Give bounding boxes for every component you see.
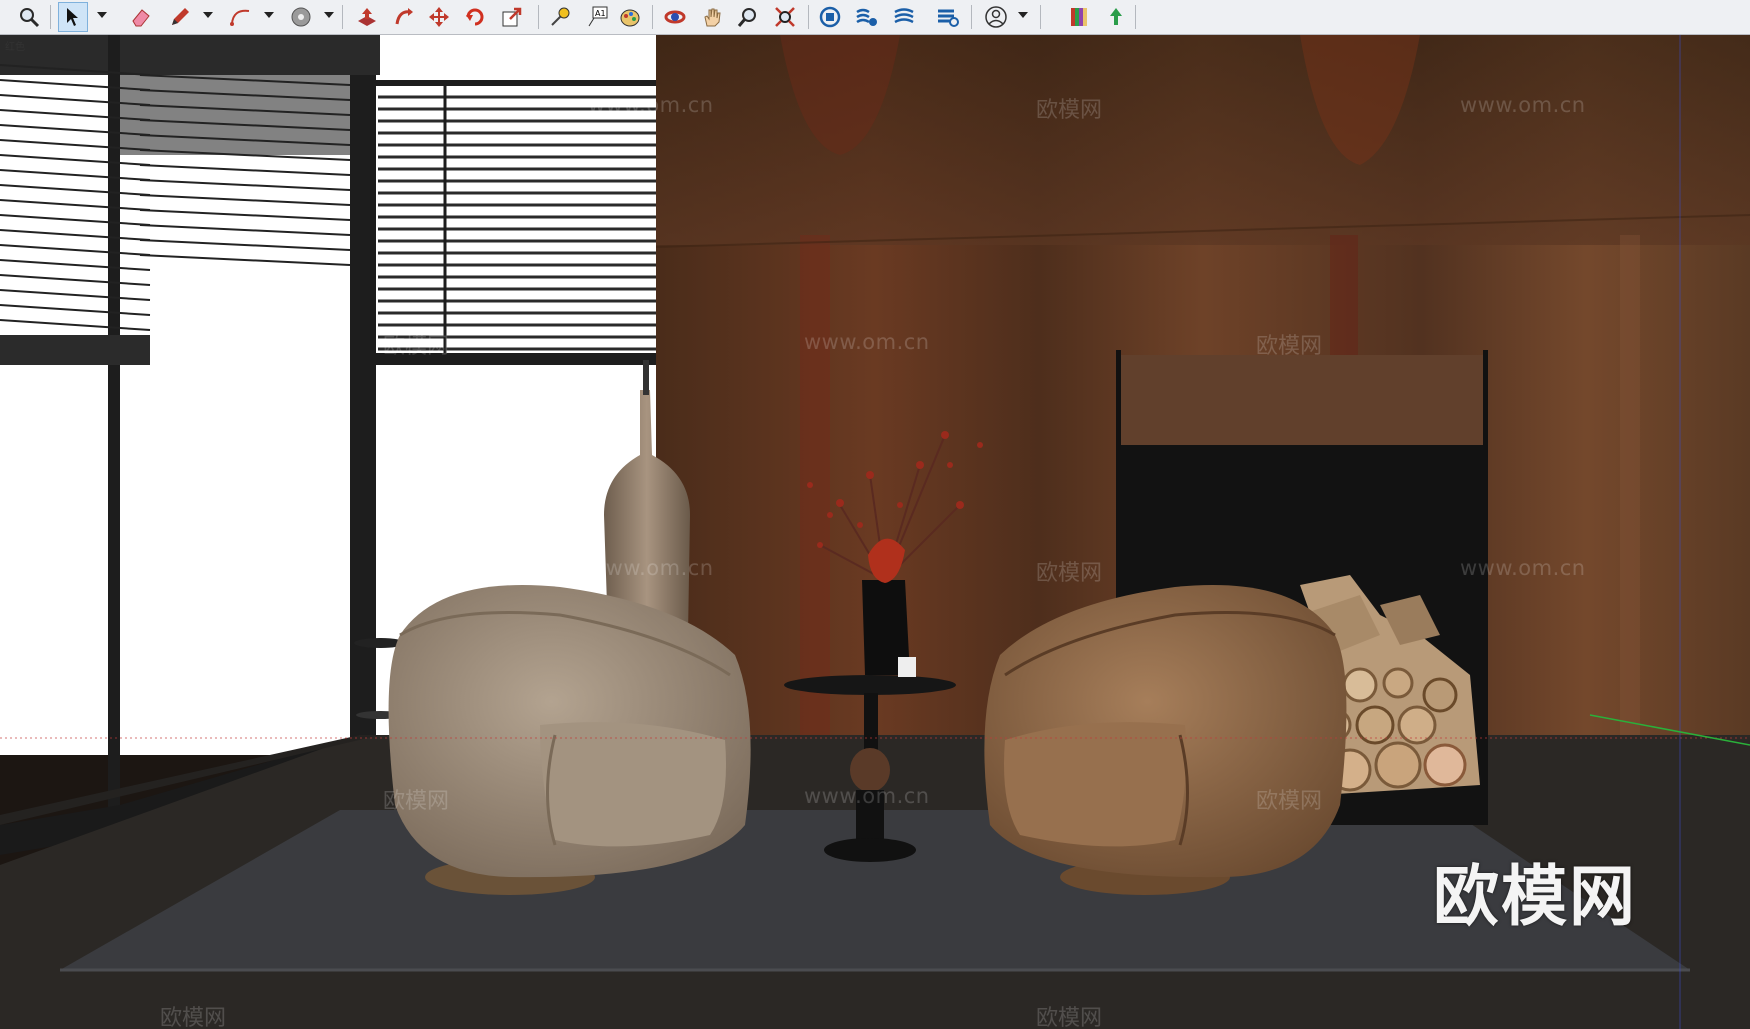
watermark-url: www.om.cn (804, 784, 930, 808)
move-icon[interactable] (424, 2, 454, 32)
zoom-extents-icon[interactable] (770, 2, 800, 32)
watermark-url: www.om.cn (1460, 556, 1586, 580)
extension-manager-icon[interactable] (933, 2, 963, 32)
model-viewport[interactable]: 红色 欧模网 www.om.cn www.om.cn 欧模网 欧模网 www.o… (0, 35, 1750, 1029)
toolbar-separator (538, 5, 539, 29)
zoom-icon[interactable] (14, 2, 44, 32)
svg-text:A1: A1 (595, 9, 606, 18)
pencil-icon[interactable] (165, 2, 195, 32)
watermark-url: www.om.cn (588, 93, 714, 117)
watermark-text: 欧模网 (383, 789, 450, 814)
watermark-url: www.om.cn (1460, 93, 1586, 117)
watermark-text: 欧模网 (1256, 334, 1323, 359)
scale-icon[interactable] (497, 2, 527, 32)
watermark-text: 欧模网 (1036, 98, 1103, 123)
toolbar: A1 (0, 0, 1750, 35)
layers-icon[interactable] (890, 2, 920, 32)
arc-icon[interactable] (226, 2, 256, 32)
styles-icon[interactable] (1065, 2, 1095, 32)
watermark-text: 欧模网 (160, 561, 227, 586)
orbit-icon[interactable] (660, 2, 690, 32)
rotate-icon[interactable] (460, 2, 490, 32)
watermark-url: www.om.cn (804, 330, 930, 354)
follow-me-icon[interactable] (389, 2, 419, 32)
toolbar-separator (1135, 5, 1136, 29)
warehouse-icon[interactable] (815, 2, 845, 32)
chevron-down-icon[interactable] (264, 12, 274, 18)
axis-label: 红色 (5, 42, 25, 53)
toolbar-separator (342, 5, 343, 29)
account-icon[interactable] (981, 2, 1011, 32)
chevron-down-icon[interactable] (203, 12, 213, 18)
text-icon[interactable]: A1 (582, 2, 612, 32)
toolbar-separator (652, 5, 653, 29)
chevron-down-icon[interactable] (97, 12, 107, 18)
toolbar-separator (808, 5, 809, 29)
paint-icon[interactable] (615, 2, 645, 32)
toolbar-separator (50, 5, 51, 29)
tape-measure-icon[interactable] (545, 2, 575, 32)
watermark-text: 欧模网 (1256, 789, 1323, 814)
watermark-url: www.om.cn (588, 556, 714, 580)
watermark-text: 欧模网 (383, 334, 450, 359)
paint-bucket-icon[interactable] (286, 2, 316, 32)
pan-icon[interactable] (697, 2, 727, 32)
zoom-tool-icon[interactable] (733, 2, 763, 32)
extension-icon[interactable] (852, 2, 882, 32)
toolbar-separator (1040, 5, 1041, 29)
logo-watermark: 欧模网 (1433, 858, 1637, 935)
upload-icon[interactable] (1101, 2, 1131, 32)
chevron-down-icon[interactable] (324, 12, 334, 18)
toolbar-separator (971, 5, 972, 29)
watermark-text: 欧模网 (160, 1006, 227, 1029)
watermark-text: 欧模网 (1036, 1006, 1103, 1029)
select-icon[interactable] (58, 2, 88, 32)
eraser-icon[interactable] (126, 2, 156, 32)
chevron-down-icon[interactable] (1018, 12, 1028, 18)
push-pull-icon[interactable] (352, 2, 382, 32)
watermark-text: 欧模网 (1036, 561, 1103, 586)
